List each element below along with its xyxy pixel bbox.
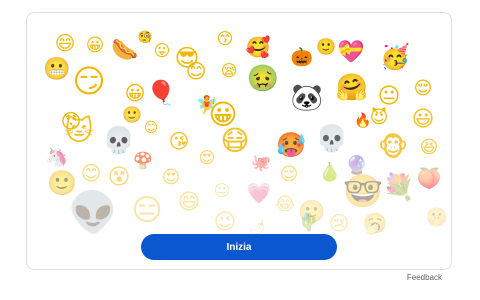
- laugh-face-emoji: 😆: [419, 137, 439, 158]
- teary-face-emoji: 😢: [328, 211, 350, 235]
- peach-face-emoji: 🍑: [416, 166, 442, 190]
- monocle-face-emoji: 🧐: [137, 30, 153, 44]
- big-smile-face-emoji: 😃: [411, 107, 435, 132]
- monkey-face-emoji: 🐵: [377, 133, 409, 163]
- skull-small-emoji: 💀: [102, 126, 136, 156]
- heart-eyes-face-emoji: 😍: [198, 148, 216, 167]
- party-face-emoji: 🥳: [380, 43, 410, 71]
- dizzy-face-emoji: 😵: [107, 165, 131, 190]
- hug-face-emoji: 🤗: [335, 73, 369, 103]
- kissing-heart-face-emoji: 😘: [168, 129, 190, 153]
- happy-face-emoji: 😄: [177, 190, 201, 215]
- bouquet-emoji: 💐: [382, 173, 416, 203]
- heart-emoji: 💗: [246, 181, 272, 205]
- balloon-face-emoji: 🎈: [146, 79, 176, 107]
- smile-face-emoji: 🙂: [316, 37, 336, 56]
- devil-face-emoji: 😈: [369, 107, 389, 128]
- mushroom-emoji: 🍄: [133, 151, 153, 170]
- small-grin-face-emoji: 😀: [124, 81, 146, 105]
- alien-face-emoji: 👽: [68, 190, 118, 236]
- nerd-face-emoji: 😄: [54, 31, 76, 55]
- smirk-face-emoji: 😏: [72, 62, 106, 100]
- unicorn-emoji: 🦄: [45, 147, 69, 168]
- emoji-kitchen-card: 😄 😀 🌭 🧐 😛 😎 😙 🥰 🎃 🙂 💝 🥳 😬 😏 😀 🎈 😊 😪 🤢 🐼 🤗 😐 😌 🙂 🧚 😀 🔥 😈 😃 😯 🐱 💀 😊 😘 😷 🥵 💀 🐵 😆 🦄…: [26, 12, 452, 270]
- pumpkin-face-emoji: 🎃: [290, 47, 314, 68]
- emoji-cloud: 😄 😀 🌭 🧐 😛 😎 😙 🥰 🎃 🙂 💝 🥳 😬 😏 😀 🎈 😊 😪 🤢 🐼 🤗 😐 😌 🙂 🧚 😀 🔥 😈 😃 😯 🐱 💀 😊 😘 😷 🥵 💀 🐵 😆 🦄…: [27, 13, 451, 236]
- pear-face-emoji: 🍐: [318, 162, 342, 183]
- heart-eyes-small-face-emoji: 😍: [161, 167, 181, 188]
- crying-laugh-face-emoji: 😂: [274, 194, 296, 215]
- blush-row4-face-emoji: 😊: [80, 161, 102, 185]
- grimace-face-emoji: 😬: [43, 57, 71, 82]
- flower-crown-face-emoji: 🥰: [245, 35, 271, 59]
- cat-face-emoji: 🐱: [64, 114, 94, 147]
- flame-face-emoji: 🥵: [276, 131, 306, 159]
- skull-face-emoji: 💀: [315, 124, 349, 154]
- relieved-face-emoji: 😌: [413, 78, 433, 99]
- nauseated-face-emoji: 🤢: [246, 64, 280, 94]
- feedback-link[interactable]: Feedback: [407, 273, 442, 282]
- shush-face-emoji: 🤫: [425, 207, 449, 228]
- smiley-face-emoji: 😊: [185, 59, 207, 83]
- heart-face-emoji: 💝: [337, 40, 365, 65]
- blank-face-emoji: 😐: [213, 181, 231, 200]
- tongue-face-emoji: 😛: [153, 41, 171, 60]
- mask-face-emoji: 😷: [220, 124, 250, 157]
- grinning-face-emoji: 😀: [85, 35, 105, 56]
- hot-dog-dog-emoji: 🌭: [111, 38, 139, 63]
- octopus-emoji: 🐙: [251, 153, 271, 172]
- squint-face-emoji: 😑: [131, 193, 163, 228]
- cool-face-emoji: 😌: [279, 164, 299, 185]
- slight-smile-face-emoji: 🙂: [122, 105, 142, 124]
- start-button[interactable]: Inizia: [141, 234, 337, 260]
- big-glasses-face-emoji: 🤓: [343, 172, 383, 210]
- sleepy-face-emoji: 😪: [220, 61, 238, 80]
- neutral-face-emoji: 😐: [377, 84, 401, 109]
- cactus-face-emoji: 🌵: [297, 212, 321, 233]
- yawn-face-emoji: 🥱: [362, 211, 388, 235]
- kiss-face-emoji: 😙: [216, 29, 234, 48]
- blush-face-emoji: 😊: [143, 120, 159, 136]
- panda-face-emoji: 🐼: [290, 83, 324, 113]
- wink-face-emoji: 😉: [213, 210, 237, 235]
- pepper-emoji: 🌶: [248, 220, 266, 236]
